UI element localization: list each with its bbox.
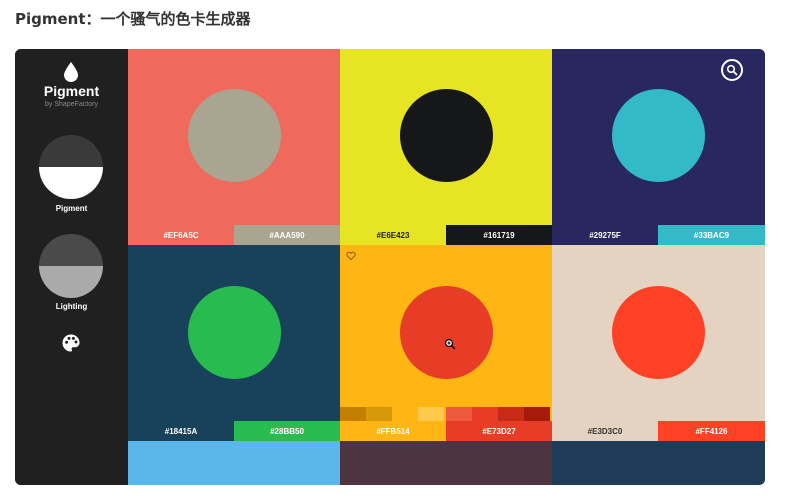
shade-swatch[interactable] (340, 407, 366, 421)
mode-lighting-button[interactable] (39, 234, 103, 298)
swatch-card[interactable]: #FFB514 #E73D27 (340, 245, 552, 441)
swatch-card[interactable] (552, 441, 765, 485)
sidebar: Pigment by ShapeFactory Pigment Lighting (15, 49, 128, 485)
hex-label[interactable]: #18415A (128, 421, 234, 441)
swatch-card[interactable]: #EF6A5C #AAA590 (128, 49, 340, 245)
swatch-card[interactable]: #E3D3C0 #FF4126 (552, 245, 765, 441)
swatch-circle (612, 286, 705, 379)
palette-icon[interactable] (61, 333, 81, 353)
swatch-card[interactable] (340, 441, 552, 485)
hex-label[interactable]: #33BAC9 (658, 225, 765, 245)
mode-lighting-bottom (39, 266, 103, 298)
swatch-circle (612, 89, 705, 182)
shade-swatch[interactable] (524, 407, 550, 421)
mode-pigment-top (39, 135, 103, 167)
shade-swatch[interactable] (392, 407, 418, 421)
swatch-card[interactable] (128, 441, 340, 485)
zoom-cursor-icon (444, 338, 456, 350)
hex-label[interactable]: #161719 (446, 225, 552, 245)
swatch-circle (188, 89, 281, 182)
mode-lighting-top (39, 234, 103, 266)
swatch-grid: #EF6A5C #AAA590 #E6E423 #161719 #29275F #33BA… (128, 49, 765, 485)
swatch-card[interactable]: #18415A #28BB50 (128, 245, 340, 441)
mode-pigment-bottom (39, 167, 103, 199)
search-button[interactable] (721, 59, 743, 81)
hex-label[interactable]: #FF4126 (658, 421, 765, 441)
shade-swatch[interactable] (472, 407, 498, 421)
heart-icon[interactable] (346, 251, 356, 261)
app-window: Pigment by ShapeFactory Pigment Lighting… (15, 49, 765, 485)
app-subtitle: by ShapeFactory (45, 101, 98, 108)
mode-pigment-label: Pigment (55, 204, 88, 213)
drop-icon (64, 62, 78, 82)
hex-label[interactable]: #EF6A5C (128, 225, 234, 245)
hex-label[interactable]: #E6E423 (340, 225, 446, 245)
page-heading: Pigment：一个骚气的色卡生成器 (15, 10, 251, 28)
hex-label[interactable]: #E73D27 (446, 421, 552, 441)
search-icon (726, 64, 738, 76)
mode-lighting-label: Lighting (55, 302, 88, 311)
shade-swatch[interactable] (366, 407, 392, 421)
hex-label[interactable]: #28BB50 (234, 421, 340, 441)
hex-label[interactable]: #29275F (552, 225, 658, 245)
swatch-circle (400, 286, 493, 379)
swatch-circle (188, 286, 281, 379)
hex-label[interactable]: #AAA590 (234, 225, 340, 245)
hex-label[interactable]: #FFB514 (340, 421, 446, 441)
swatch-circle (400, 89, 493, 182)
shade-swatch[interactable] (446, 407, 472, 421)
mode-pigment-button[interactable] (39, 135, 103, 199)
app-title: Pigment (43, 83, 100, 99)
shade-swatch[interactable] (418, 407, 444, 421)
hex-label[interactable]: #E3D3C0 (552, 421, 658, 441)
shade-swatch[interactable] (498, 407, 524, 421)
swatch-card[interactable]: #E6E423 #161719 (340, 49, 552, 245)
